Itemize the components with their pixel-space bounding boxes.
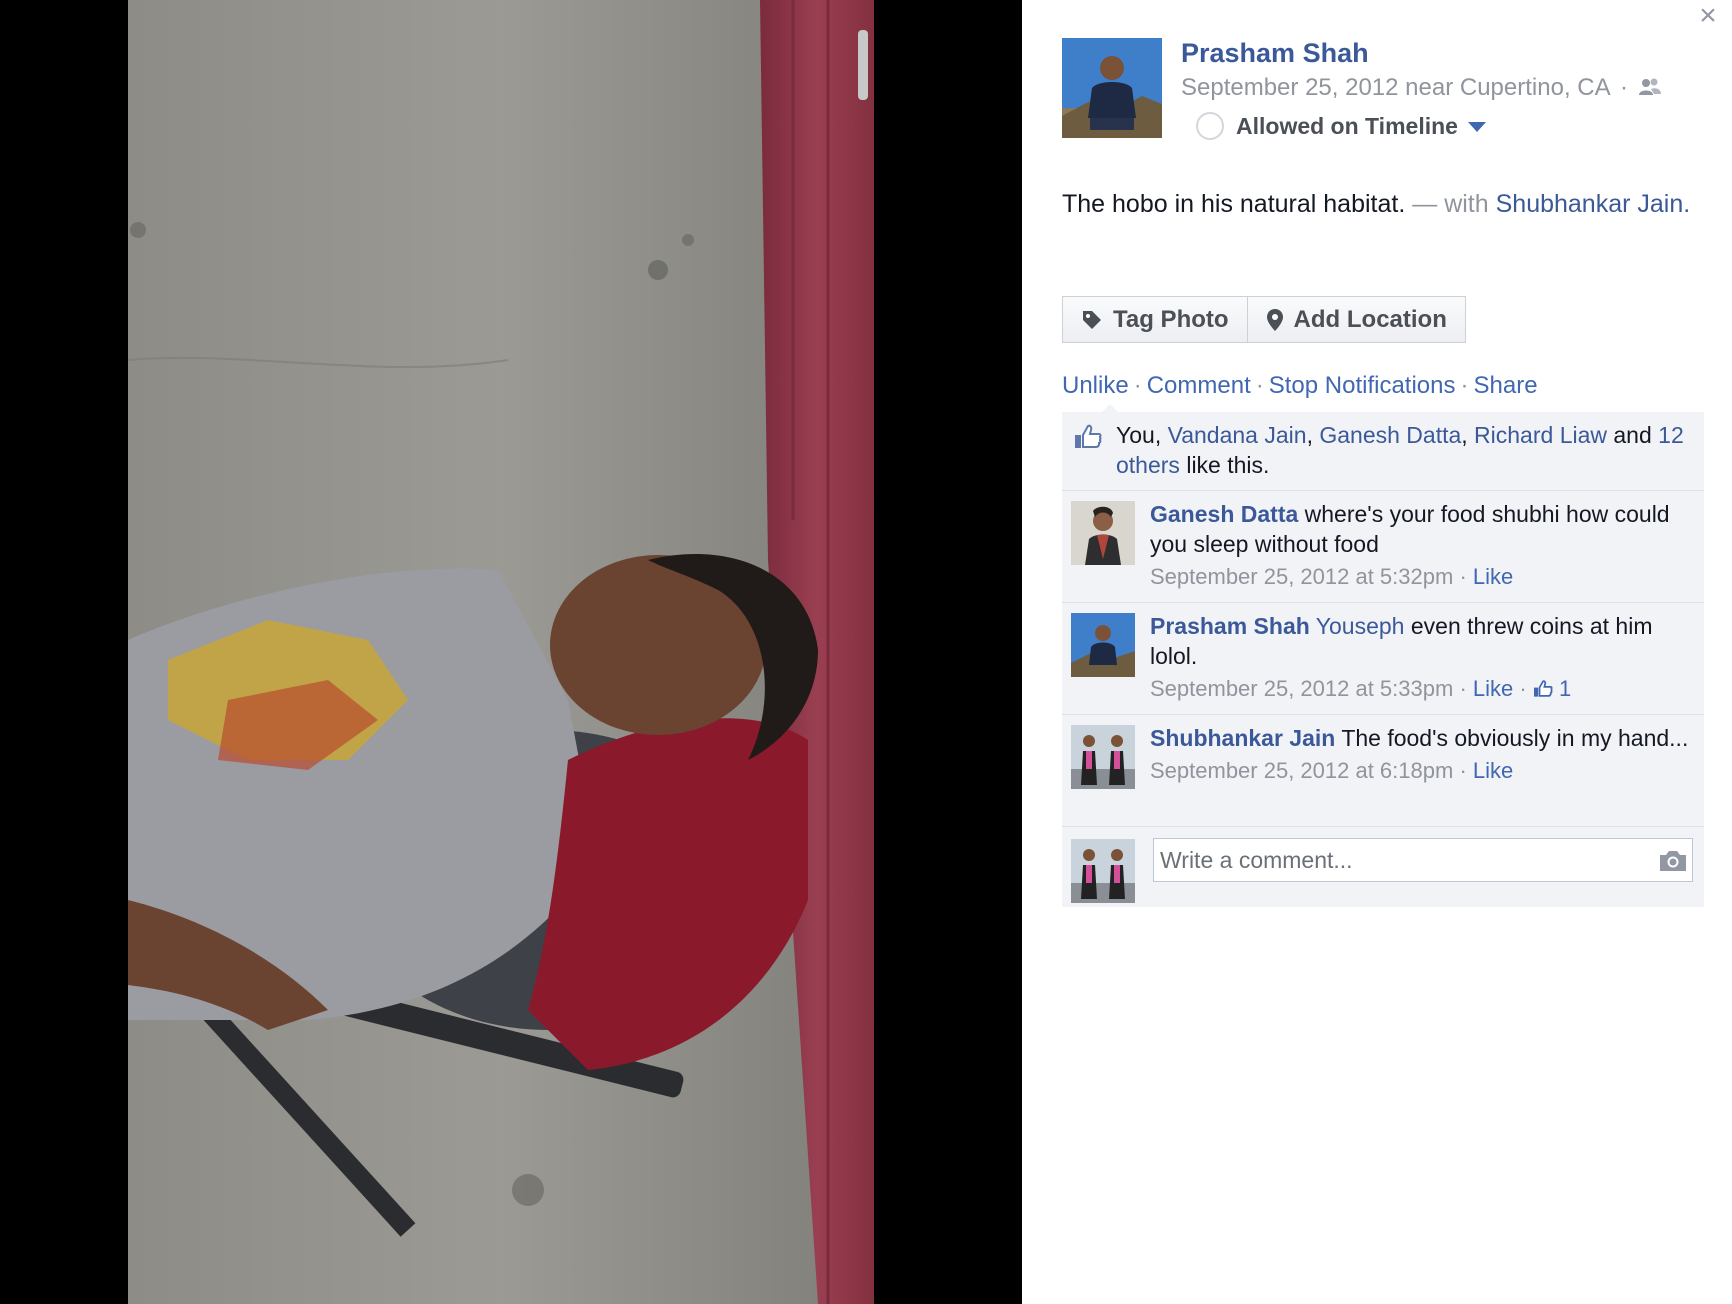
likes-summary: You, Vandana Jain, Ganesh Datta, Richard… [1062,412,1704,491]
commenter-avatar[interactable] [1071,613,1135,677]
feedback-panel: You, Vandana Jain, Ganesh Datta, Richard… [1062,404,1704,907]
commenter-avatar[interactable] [1071,501,1135,565]
photo-stage [0,0,1022,1304]
comment-like-count[interactable]: 1 [1533,676,1571,701]
add-location-button[interactable]: Add Location [1247,296,1466,343]
thumbs-up-icon [1533,680,1553,697]
post-location[interactable]: near Cupertino, CA [1405,74,1609,101]
meta-dot: · [1459,676,1467,701]
ufi-pointer [1102,404,1118,412]
post-meta: September 25, 2012 near Cupertino, CA · [1181,74,1662,104]
unlike-link[interactable]: Unlike [1062,372,1129,399]
owner-name[interactable]: Prasham Shah [1181,38,1369,69]
post-date[interactable]: September 25, 2012 [1181,74,1399,101]
share-link[interactable]: Share [1474,372,1538,399]
action-separator: · [1255,372,1264,399]
photo-image [128,0,874,1304]
owner-avatar[interactable] [1062,38,1162,138]
comment-like-link[interactable]: Like [1473,758,1513,783]
comment-body: Shubhankar Jain The food's obviously in … [1150,723,1690,753]
comment-meta: September 25, 2012 at 5:32pm · Like [1150,561,1690,593]
tagged-user-link[interactable]: Shubhankar Jain [1496,190,1684,218]
thumbs-up-icon [1074,424,1102,457]
comment-item: Ganesh Datta where's your food shubhi ho… [1062,491,1704,603]
post-actions: Unlike · Comment · Stop Notifications · Share [1062,372,1538,400]
comment-mention-link[interactable]: Youseph [1316,613,1405,639]
comment-body: Ganesh Datta where's your food shubhi ho… [1150,499,1690,559]
tag-icon [1083,310,1101,329]
comment-like-link[interactable]: Like [1473,564,1513,589]
liker-link[interactable]: Ganesh Datta [1319,422,1461,448]
comment-meta: September 25, 2012 at 5:33pm · Like · 1 [1150,673,1690,705]
likes-suffix: like this. [1186,452,1270,478]
comment-link[interactable]: Comment [1147,372,1251,399]
likes-comma: , [1306,422,1313,448]
caption-with: — with [1412,190,1489,218]
comment-input[interactable] [1153,838,1693,882]
comment-timestamp[interactable]: September 25, 2012 at 5:33pm [1150,676,1453,701]
photo-action-buttons: Tag Photo Add Location [1062,296,1466,343]
action-separator: · [1460,372,1469,399]
action-separator: · [1133,372,1142,399]
current-user-avatar [1071,839,1135,903]
meta-dot: · [1519,676,1527,701]
photo[interactable] [128,0,874,1304]
comment-timestamp[interactable]: September 25, 2012 at 5:32pm [1150,564,1453,589]
comment-body: Prasham Shah Youseph even threw coins at… [1150,611,1690,671]
add-location-label: Add Location [1293,305,1447,333]
liker-link[interactable]: Richard Liaw [1474,422,1607,448]
meta-dot: · [1459,564,1467,589]
comment-author-link[interactable]: Prasham Shah [1150,613,1310,639]
likes-and: and [1613,422,1652,448]
location-pin-icon [1266,308,1283,331]
comment-composer [1062,827,1704,907]
timeline-label: Allowed on Timeline [1236,112,1458,139]
photo-sidebar: × Prasham Shah September 25, 2012 near C… [1022,0,1732,1304]
tag-photo-label: Tag Photo [1113,305,1229,333]
commenter-avatar[interactable] [1071,725,1135,789]
comment-item: Shubhankar Jain The food's obviously in … [1062,715,1704,827]
caption-end: . [1683,190,1691,218]
tag-photo-button[interactable]: Tag Photo [1062,296,1248,343]
likes-comma: , [1461,422,1468,448]
like-count-value: 1 [1558,676,1572,701]
comment-item: Prasham Shah Youseph even threw coins at… [1062,603,1704,715]
caret-down-icon [1467,122,1486,132]
photo-caption: The hobo in his natural habitat. — with … [1062,186,1692,222]
likes-you: You, [1116,422,1162,448]
friends-icon[interactable] [1638,76,1662,104]
comment-timestamp[interactable]: September 25, 2012 at 6:18pm [1150,758,1453,783]
comment-meta: September 25, 2012 at 6:18pm · Like [1150,755,1690,787]
close-icon[interactable]: × [1694,1,1722,31]
camera-icon[interactable] [1658,849,1688,878]
timeline-visibility-dropdown[interactable]: Allowed on Timeline [1196,112,1486,140]
comment-author-link[interactable]: Shubhankar Jain [1150,725,1335,751]
stop-notifications-link[interactable]: Stop Notifications [1269,372,1456,399]
liker-link[interactable]: Vandana Jain [1168,422,1307,448]
comment-text: The food's obviously in my hand... [1341,725,1689,751]
comment-author-link[interactable]: Ganesh Datta [1150,501,1298,527]
timeline-status-icon [1196,112,1224,140]
meta-dot: · [1459,758,1467,783]
caption-text: The hobo in his natural habitat. [1062,190,1406,218]
comment-like-link[interactable]: Like [1473,676,1513,701]
meta-separator: · [1619,74,1628,101]
